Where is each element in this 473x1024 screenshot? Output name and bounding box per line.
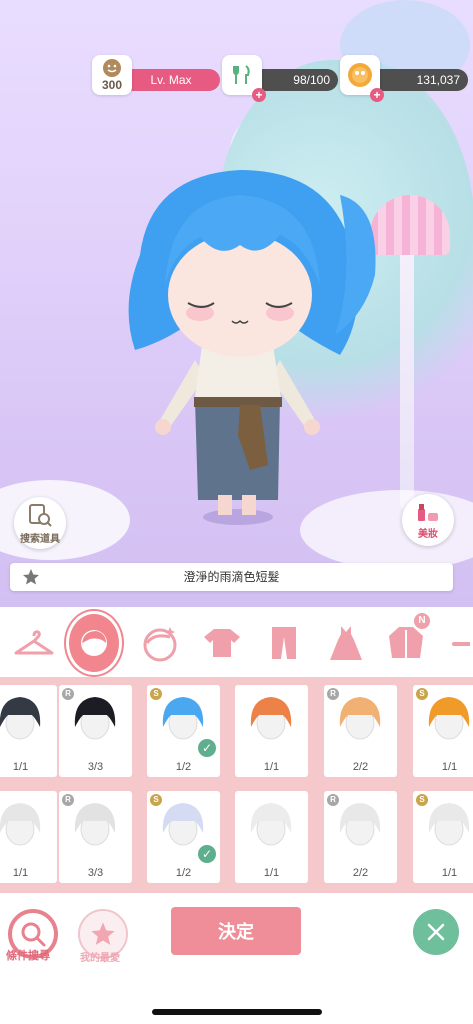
level-value: 300 [101, 78, 123, 92]
item-card[interactable]: R 3/3 [59, 791, 132, 883]
item-card[interactable]: 1/1 [0, 791, 57, 883]
smiley-icon [103, 59, 121, 77]
tab-top[interactable] [194, 615, 250, 671]
hair-thumbnail [339, 697, 381, 740]
rarity-s-badge: S [150, 688, 162, 700]
rarity-r-badge: R [62, 688, 74, 700]
item-count: 1/2 [175, 867, 192, 879]
item-count: 2/2 [352, 867, 369, 879]
dress-icon [330, 626, 362, 660]
hair-thumbnail [250, 697, 292, 740]
tree-trunk [400, 240, 414, 510]
search-item-label: 搜索道具 [20, 533, 60, 545]
level-stat: Lv. Max 300 [92, 55, 222, 97]
selected-item-bar: 澄淨的雨滴色短髮 [10, 563, 453, 591]
fork-knife-icon [233, 65, 250, 84]
item-count: 1/1 [12, 761, 29, 773]
close-button[interactable] [413, 909, 459, 955]
tab-dress[interactable] [318, 615, 374, 671]
item-card[interactable]: R 2/2 [324, 791, 397, 883]
pants-icon [272, 627, 296, 659]
hair-icon [81, 630, 107, 656]
level-label: Lv. Max [122, 69, 220, 91]
tab-coat[interactable]: N [378, 613, 434, 671]
level-badge: 300 [92, 55, 132, 95]
tab-hanger[interactable] [6, 615, 62, 671]
hair-thumbnail [250, 803, 292, 846]
coin-icon [348, 63, 372, 87]
equipped-check-icon: ✓ [198, 845, 216, 863]
search-item-icon [29, 503, 52, 527]
item-count: 3/3 [87, 761, 104, 773]
rarity-s-badge: S [150, 794, 162, 806]
equipped-check-icon: ✓ [198, 739, 216, 757]
makeup-label: 美妝 [418, 528, 438, 540]
coins-stat[interactable]: 131,037 + [340, 55, 470, 102]
hair-thumbnail [74, 803, 116, 846]
item-count: 1/1 [263, 761, 280, 773]
energy-value: 98/100 [252, 69, 338, 91]
item-count: 3/3 [87, 867, 104, 879]
rarity-s-badge: S [416, 794, 428, 806]
item-card[interactable]: S 1/1 [413, 791, 473, 883]
item-count: 1/2 [175, 761, 192, 773]
hair-thumbnail [0, 697, 41, 740]
item-card[interactable]: S 1/1 [413, 685, 473, 777]
hair-thumbnail [0, 803, 41, 846]
rarity-r-badge: R [327, 794, 339, 806]
item-count: 1/1 [263, 867, 280, 879]
item-card[interactable]: R 3/3 [59, 685, 132, 777]
close-icon [427, 923, 445, 941]
avatar-character [128, 170, 376, 525]
item-card[interactable]: S ✓ 1/2 [147, 685, 220, 777]
home-indicator [152, 1009, 322, 1015]
item-card[interactable]: 1/1 [0, 685, 57, 777]
makeup-icon [418, 503, 438, 521]
item-card[interactable]: S ✓ 1/2 [147, 791, 220, 883]
tab-face[interactable] [132, 615, 188, 671]
new-badge: N [414, 613, 430, 629]
magnifier-icon [21, 922, 46, 947]
selected-item-name: 澄淨的雨滴色短髮 [183, 570, 280, 584]
tab-hair-selected [66, 611, 122, 675]
tab-accessory[interactable] [440, 615, 473, 671]
filter-search-label: 條件搜尋 [6, 950, 50, 962]
energy-stat[interactable]: 98/100 + [222, 55, 338, 102]
item-grid: 1/1 R 3/3 S ✓ 1/2 1/1 R 2/2 S 1/1 1/1 R 3/3 S ✓ 1/2 1/1 R… [0, 677, 473, 893]
confirm-button[interactable]: 決定 [171, 907, 301, 955]
item-count: 1/1 [441, 761, 458, 773]
makeup-button[interactable]: 美妝 [402, 494, 454, 546]
tab-pants[interactable] [256, 615, 312, 671]
item-card[interactable]: R 2/2 [324, 685, 397, 777]
hair-thumbnail [74, 697, 116, 740]
rarity-s-badge: S [416, 688, 428, 700]
coat-icon [389, 627, 423, 658]
item-count: 1/1 [441, 867, 458, 879]
search-item-button[interactable]: 搜索道具 [14, 497, 66, 549]
hair-thumbnail [339, 803, 381, 846]
item-count: 1/1 [12, 867, 29, 879]
hanger-icon [14, 630, 54, 655]
add-coins-icon[interactable]: + [370, 88, 384, 102]
favorites-label: 我的最愛 [80, 953, 120, 964]
item-card[interactable]: 1/1 [235, 791, 308, 883]
rarity-r-badge: R [62, 794, 74, 806]
bottom-bar: 條件搜尋 我的最愛 決定 [0, 893, 473, 1024]
hair-thumbnail [428, 803, 470, 846]
rarity-r-badge: R [327, 688, 339, 700]
category-tabs: N [0, 607, 473, 677]
tab-hair[interactable] [66, 611, 122, 675]
coins-value: 131,037 [370, 69, 468, 91]
item-count: 2/2 [352, 761, 369, 773]
accessory-icon [452, 642, 470, 646]
hair-thumbnail [428, 697, 470, 740]
star-icon [91, 922, 115, 945]
add-energy-icon[interactable]: + [252, 88, 266, 102]
item-card[interactable]: 1/1 [235, 685, 308, 777]
top-icon [204, 629, 240, 657]
face-icon [143, 627, 177, 662]
